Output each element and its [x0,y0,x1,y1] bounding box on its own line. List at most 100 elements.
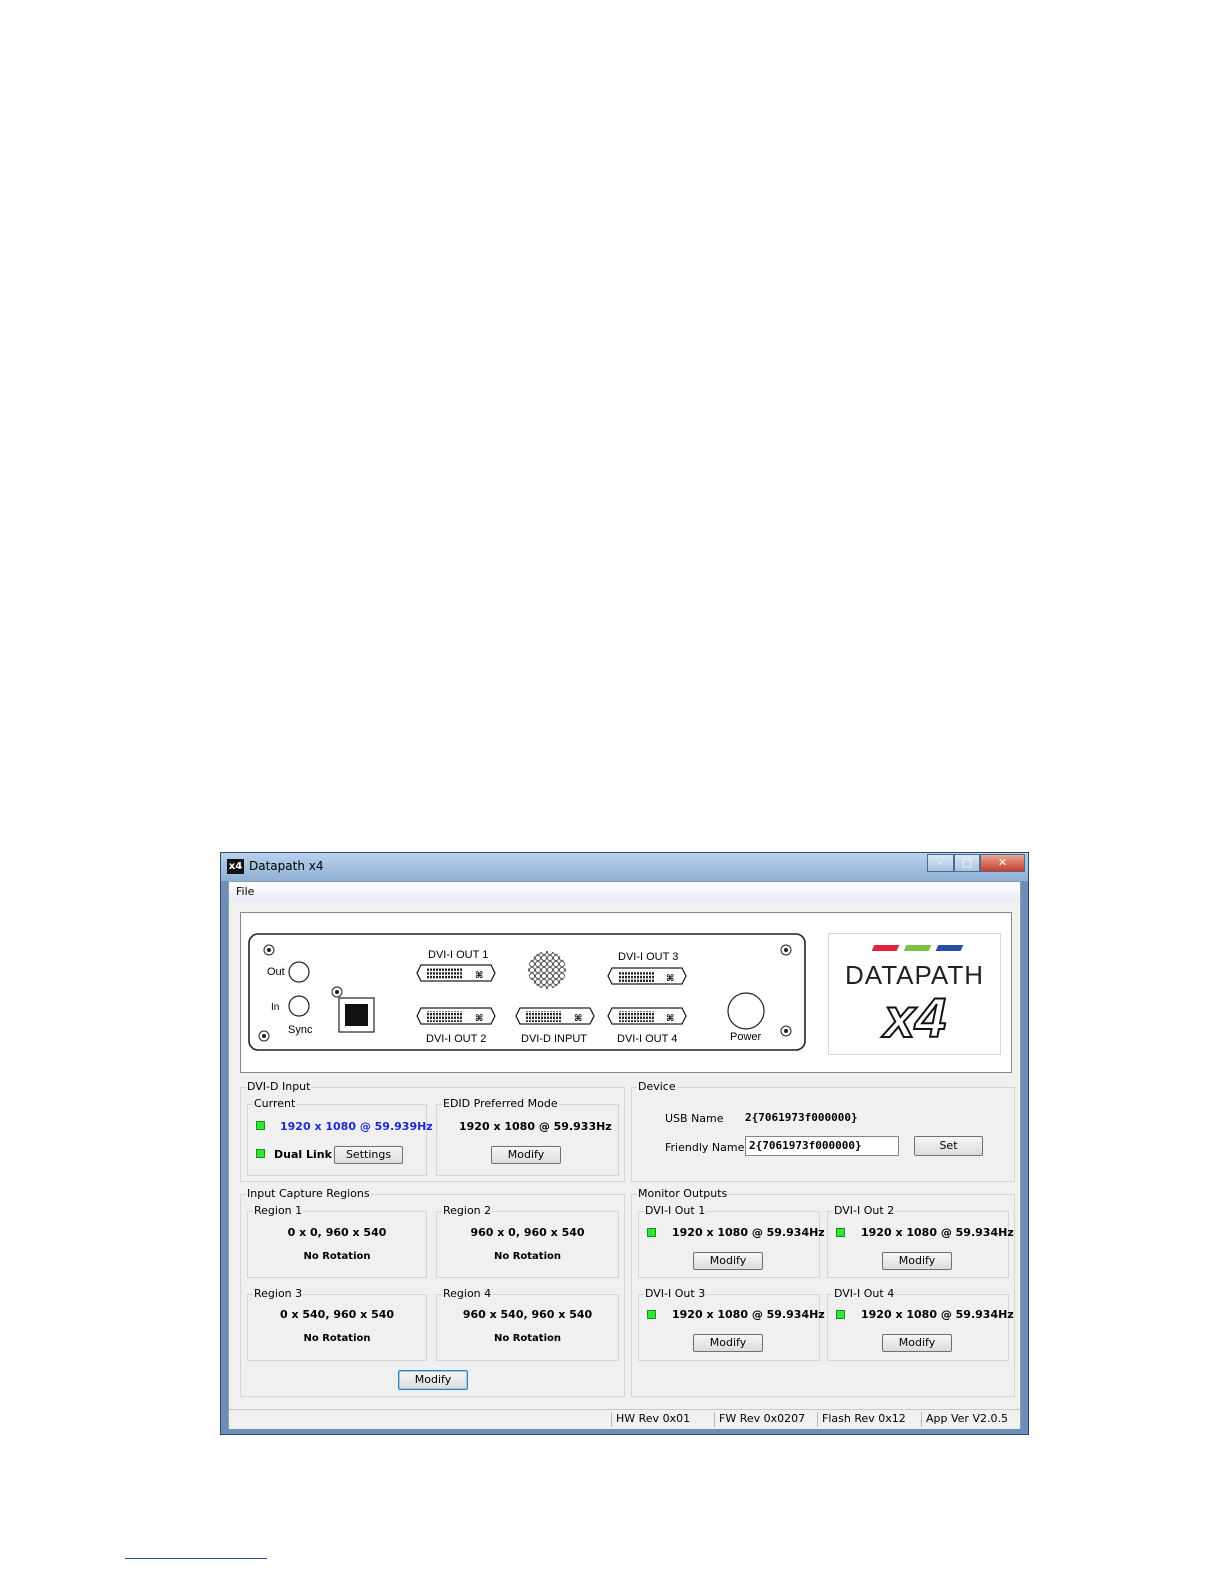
output-3-modify-button[interactable]: Modify [693,1334,763,1352]
friendly-name-label: Friendly Name [665,1141,745,1154]
device-group-label: Device [637,1080,677,1093]
output-1-modify-button[interactable]: Modify [693,1252,763,1270]
region-4-rotation: No Rotation [493,1333,562,1344]
current-status-led [256,1121,265,1130]
dvi-out-2-label: DVI-I OUT 2 [426,1033,486,1045]
device-panel: Out In Sync ⌘ ⌘ ⌘ ⌘ ⌘ DVI-I OUT 1 DVI-I … [240,912,1012,1073]
svg-text:⌘: ⌘ [475,1014,483,1024]
region-1-geometry: 0 x 0, 960 x 540 [287,1226,387,1239]
friendly-name-field[interactable]: 2{7061973f000000} [745,1136,899,1156]
window-title: Datapath x4 [249,859,324,873]
settings-button[interactable]: Settings [334,1146,403,1164]
dual-link-led [256,1149,265,1158]
output-3-mode: 1920 x 1080 @ 59.934Hz [672,1308,825,1321]
svg-text:⌘: ⌘ [475,971,483,981]
usb-name-label: USB Name [665,1112,724,1125]
output-1: DVI-I Out 1 1920 x 1080 @ 59.934Hz Modif… [638,1204,825,1278]
dvi-input-label: DVI-D INPUT [521,1033,587,1045]
output-2-modify-button[interactable]: Modify [882,1252,952,1270]
minimize-button[interactable]: – [927,854,954,872]
dvi-input-port: ⌘ [515,1007,595,1025]
dvi-out-1-label: DVI-I OUT 1 [428,949,488,961]
region-1: Region 1 0 x 0, 960 x 540 No Rotation [247,1204,427,1278]
device-group: Device USB Name 2{7061973f000000} Friend… [631,1080,1015,1182]
edid-group: EDID Preferred Mode 1920 x 1080 @ 59.933… [436,1097,619,1176]
output-4-led [836,1310,845,1319]
output-4: DVI-I Out 4 1920 x 1080 @ 59.934Hz Modif… [827,1287,1014,1361]
menu-bar: File [229,882,1020,901]
region-4: Region 4 960 x 540, 960 x 540 No Rotatio… [436,1287,619,1361]
regions-modify-button[interactable]: Modify [398,1370,468,1390]
edid-mode: 1920 x 1080 @ 59.933Hz [459,1120,612,1133]
fw-rev: FW Rev 0x0207 [714,1412,805,1427]
region-3: Region 3 0 x 540, 960 x 540 No Rotation [247,1287,427,1361]
dvi-out-4-label: DVI-I OUT 4 [617,1033,677,1045]
output-4-modify-button[interactable]: Modify [882,1334,952,1352]
current-group: Current 1920 x 1080 @ 59.939Hz Dual Link… [247,1097,433,1176]
sync-label: Sync [288,1024,313,1036]
region-3-rotation: No Rotation [303,1333,371,1344]
region-1-label: Region 1 [253,1204,304,1217]
maximize-button[interactable]: □ [954,854,980,872]
output-1-mode: 1920 x 1080 @ 59.934Hz [672,1226,825,1239]
app-icon: x4 [227,859,244,874]
logo-bar-red [871,945,900,951]
dual-link-label: Dual Link [274,1148,332,1161]
edid-label: EDID Preferred Mode [442,1097,559,1110]
edid-modify-button[interactable]: Modify [491,1146,561,1164]
app-version: App Ver V2.0.5 [921,1412,1008,1427]
output-3: DVI-I Out 3 1920 x 1080 @ 59.934Hz Modif… [638,1287,825,1361]
output-1-led [647,1228,656,1237]
logo-bar-green [903,945,932,951]
hw-rev: HW Rev 0x01 [611,1412,690,1427]
region-4-label: Region 4 [442,1287,493,1300]
close-button[interactable]: ✕ [980,854,1025,872]
fan-vent [528,951,566,989]
monitor-outputs-label: Monitor Outputs [637,1187,729,1200]
status-bar: HW Rev 0x01 FW Rev 0x0207 Flash Rev 0x12… [229,1409,1020,1429]
dvi-out-2-port: ⌘ [416,1007,496,1025]
output-2-mode: 1920 x 1080 @ 59.934Hz [861,1226,1014,1239]
datapath-logo: DATAPATH x4 [828,933,1001,1055]
region-2-rotation: No Rotation [493,1251,562,1262]
title-bar[interactable]: x4 Datapath x4 – □ ✕ [221,853,1028,881]
client-area: File Out In Sync ⌘ ⌘ ⌘ ⌘ ⌘ DVI-I OUT 1 D… [228,881,1021,1429]
monitor-outputs-group: Monitor Outputs DVI-I Out 1 1920 x 1080 … [631,1187,1015,1397]
output-4-label: DVI-I Out 4 [833,1287,896,1300]
region-2: Region 2 960 x 0, 960 x 540 No Rotation [436,1204,619,1278]
output-2-led [836,1228,845,1237]
output-3-label: DVI-I Out 3 [644,1287,707,1300]
power-label: Power [730,1031,762,1043]
capture-regions-label: Input Capture Regions [246,1187,371,1200]
footnote-rule [125,1558,267,1559]
region-4-geometry: 960 x 540, 960 x 540 [462,1308,593,1321]
output-4-mode: 1920 x 1080 @ 59.934Hz [861,1308,1014,1321]
capture-regions-group: Input Capture Regions Region 1 0 x 0, 96… [240,1187,625,1397]
power-port [727,992,765,1030]
current-mode: 1920 x 1080 @ 59.939Hz [280,1120,433,1133]
svg-text:⌘: ⌘ [574,1014,582,1024]
dvi-input-group: DVI-D Input Current 1920 x 1080 @ 59.939… [240,1080,625,1182]
usb-name-value: 2{7061973f000000} [745,1111,858,1124]
dvi-out-3-port: ⌘ [607,967,687,985]
svg-text:⌘: ⌘ [666,974,674,984]
logo-bar-blue [935,945,964,951]
sync-in-label: In [271,1002,279,1013]
dvi-input-group-label: DVI-D Input [246,1080,312,1093]
logo-model: x4 [883,985,947,1050]
svg-text:⌘: ⌘ [666,1014,674,1024]
output-3-led [647,1310,656,1319]
region-2-label: Region 2 [442,1204,493,1217]
region-3-label: Region 3 [253,1287,304,1300]
app-window: x4 Datapath x4 – □ ✕ File Out In Sync ⌘ … [220,852,1029,1435]
menu-file[interactable]: File [236,885,254,898]
dvi-out-4-port: ⌘ [607,1007,687,1025]
set-button[interactable]: Set [914,1136,983,1156]
output-1-label: DVI-I Out 1 [644,1204,707,1217]
flash-rev: Flash Rev 0x12 [817,1412,906,1427]
sync-out-port [288,961,310,983]
dvi-out-3-label: DVI-I OUT 3 [618,951,678,963]
sync-out-label: Out [267,966,285,978]
dvi-out-1-port: ⌘ [416,964,496,982]
current-label: Current [253,1097,297,1110]
